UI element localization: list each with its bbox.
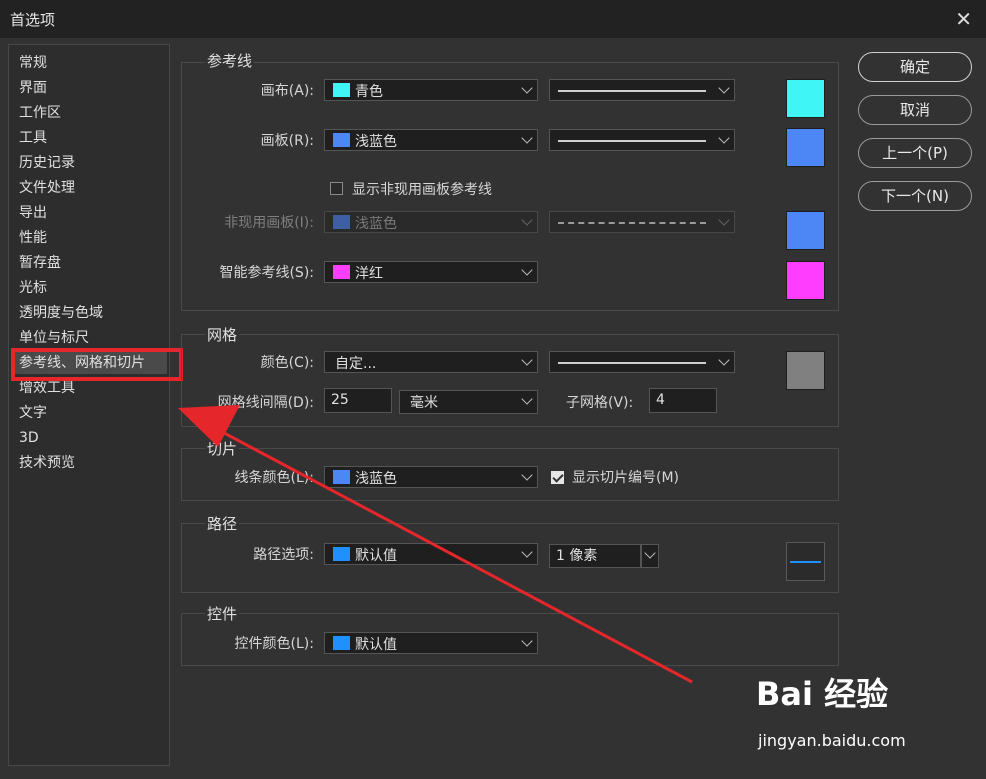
watermark: Bai 经验 jingyan.baidu.com: [756, 669, 966, 759]
annotation-arrow-shaft: [195, 416, 693, 684]
watermark-url: jingyan.baidu.com: [758, 731, 906, 750]
annotation-arrow-head: [178, 405, 240, 447]
annotation-arrow: [178, 405, 693, 684]
watermark-logo: Bai 经验: [756, 675, 889, 713]
